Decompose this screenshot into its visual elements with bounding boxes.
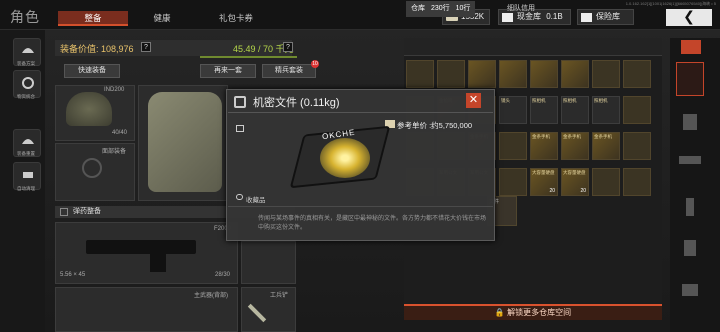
warehouse-item[interactable] <box>437 60 465 88</box>
vest-image <box>148 92 222 192</box>
warehouse-item[interactable] <box>468 60 496 88</box>
safe-button[interactable]: 保险库 <box>577 9 634 25</box>
tab-equip[interactable]: 整备 <box>58 11 128 26</box>
warehouse-item[interactable]: 大容量硬盘 20 <box>561 168 589 196</box>
helmet-icon <box>22 48 34 53</box>
lock-icon: 🔒 <box>494 308 508 317</box>
document-icon <box>234 96 246 108</box>
close-button[interactable]: ✕ <box>466 93 481 108</box>
warehouse-item[interactable] <box>592 60 620 88</box>
warehouse-item[interactable] <box>406 60 434 88</box>
weight-help-button[interactable]: ? <box>283 42 293 52</box>
premium-badge: 10 <box>311 60 319 68</box>
category-all-button[interactable] <box>676 62 704 96</box>
warehouse-item[interactable]: 照相机 <box>592 96 620 124</box>
helmet-image <box>66 92 112 126</box>
misc-filter-icon[interactable] <box>682 284 698 296</box>
disk-platter <box>320 138 370 178</box>
item-description: 传闻与某场事件的真相有关，是藏区中最神秘的文件。各方势力都不惜花大价钱在市场中购… <box>258 216 487 231</box>
stack-icon[interactable] <box>681 40 701 54</box>
warehouse-item[interactable] <box>623 96 651 124</box>
back-button[interactable]: ❮ <box>666 9 712 26</box>
version-text: 1.0.162.162[1][1001|1626|1]|[6665076540]… <box>625 1 716 6</box>
item-category: 收藏品 <box>246 197 266 204</box>
helmet-icon <box>22 139 34 144</box>
warehouse-item[interactable]: 金条手机 <box>530 132 558 160</box>
tab-squad-credit[interactable]: 细队信用 <box>502 1 540 17</box>
equip-value: 装备价值: 108,976 <box>60 44 134 54</box>
share-icon[interactable] <box>236 125 244 132</box>
tab-health[interactable]: 健康 <box>132 11 192 26</box>
safe-icon <box>581 13 592 22</box>
broom-icon <box>23 172 33 178</box>
dialog-title: 机密文件 (0.11kg) <box>253 97 340 109</box>
tab-warehouse[interactable]: 仓库 230行 10行 <box>406 1 476 17</box>
ammo-icon <box>60 208 68 216</box>
warehouse-item[interactable]: 镜头 <box>499 96 527 124</box>
unlock-storage-button[interactable]: 🔒 解锁更多仓库空间 <box>404 304 662 320</box>
quick-equip-button[interactable]: 快速装备 <box>64 64 120 78</box>
collectible-icon <box>236 194 243 200</box>
magazine-filter-icon[interactable] <box>686 198 694 216</box>
premium-kit-button[interactable]: 精兵套装 <box>262 64 316 78</box>
secondary-slot[interactable] <box>241 241 296 284</box>
dialog-divider <box>228 112 493 113</box>
rifle-mag <box>150 254 166 272</box>
warehouse-item[interactable]: 照相机 <box>530 96 558 124</box>
warehouse-item[interactable] <box>530 60 558 88</box>
gear-icon <box>22 77 34 89</box>
warehouse-item[interactable] <box>561 60 589 88</box>
again-button[interactable]: 再来一套 <box>200 64 256 78</box>
help-button[interactable]: ? <box>141 42 151 52</box>
warehouse-item[interactable] <box>623 168 651 196</box>
tab-gift[interactable]: 礼包卡券 <box>198 11 274 26</box>
warehouse-item[interactable]: 大容量硬盘 20 <box>530 168 558 196</box>
warehouse-item[interactable]: 金条手机 <box>561 132 589 160</box>
warehouse-item[interactable] <box>499 132 527 160</box>
warehouse-item[interactable] <box>623 60 651 88</box>
weight-bar <box>200 56 297 58</box>
vest-filter-icon[interactable] <box>683 114 697 130</box>
medkit-filter-icon[interactable] <box>684 240 696 256</box>
reference-price: 参考单价 :约5,750,000 <box>397 121 473 130</box>
warehouse-tabs <box>404 38 662 56</box>
warehouse-item[interactable]: 金条手机 <box>592 132 620 160</box>
warehouse-item[interactable] <box>592 168 620 196</box>
warehouse-item[interactable]: 照相机 <box>561 96 589 124</box>
page-title: 角色 <box>10 9 40 25</box>
warehouse-item[interactable] <box>499 60 527 88</box>
rifle-image <box>86 240 196 254</box>
warehouse-item[interactable] <box>623 132 651 160</box>
dialog-divider-2 <box>228 206 493 207</box>
rifle-filter-icon[interactable] <box>679 156 701 164</box>
face-icon <box>82 158 102 178</box>
warehouse-item[interactable] <box>499 168 527 196</box>
